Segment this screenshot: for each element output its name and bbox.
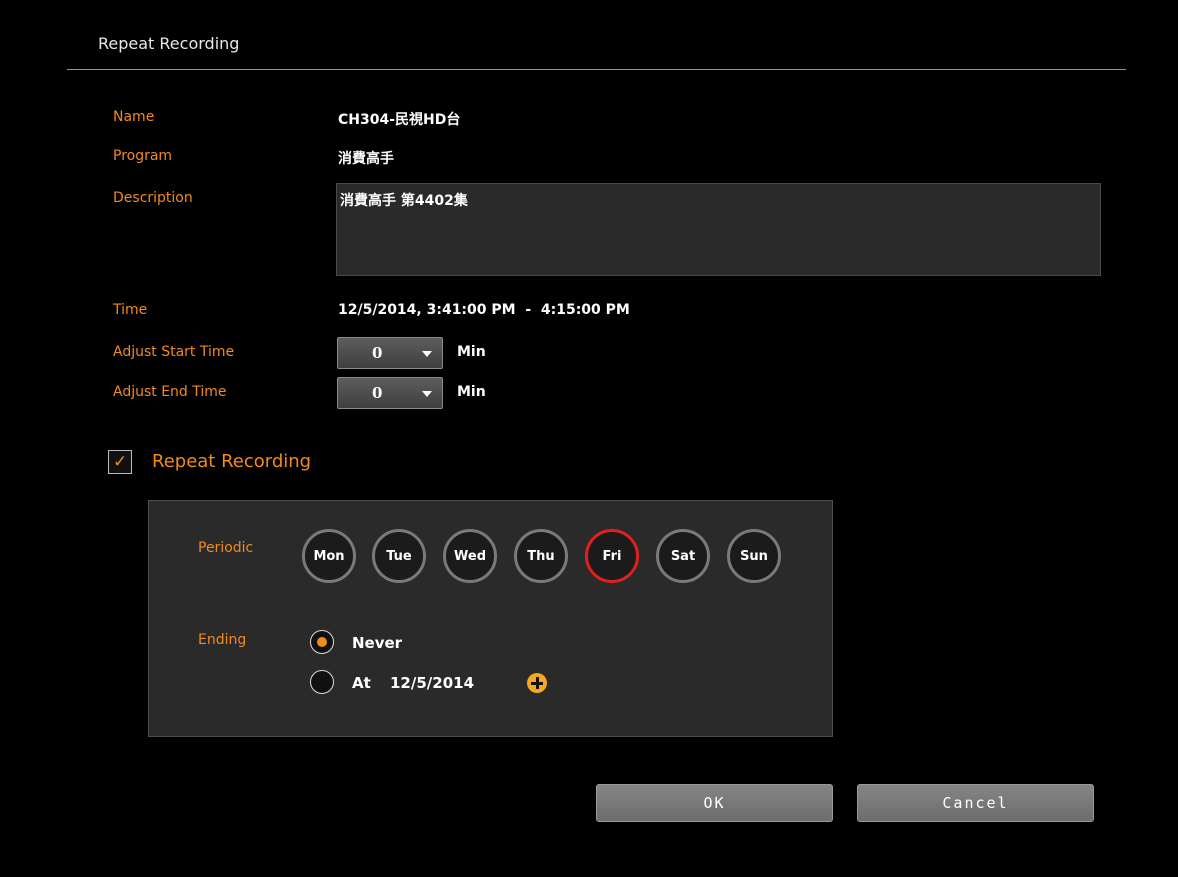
add-date-plus-icon[interactable]	[527, 673, 547, 693]
name-label: Name	[113, 109, 155, 125]
day-sun[interactable]: Sun	[727, 529, 781, 583]
adjust-start-value: 0	[372, 344, 383, 362]
ending-at-date: 12/5/2014	[390, 674, 475, 692]
cancel-button[interactable]: Cancel	[857, 784, 1094, 822]
adjust-start-label: Adjust Start Time	[113, 344, 235, 360]
checkmark-icon: ✓	[113, 452, 128, 472]
ending-label: Ending	[198, 632, 247, 648]
adjust-end-select[interactable]: 0	[337, 377, 443, 409]
ending-never-radio[interactable]	[310, 630, 334, 654]
program-label: Program	[113, 148, 173, 164]
adjust-end-value: 0	[372, 384, 383, 402]
ending-at-radio[interactable]	[310, 670, 334, 694]
periodic-label: Periodic	[198, 540, 254, 556]
adjust-start-unit: Min	[457, 344, 486, 360]
adjust-start-select[interactable]: 0	[337, 337, 443, 369]
day-sat[interactable]: Sat	[656, 529, 710, 583]
repeat-recording-checkbox[interactable]: ✓	[108, 450, 132, 474]
radio-selected-dot	[317, 637, 327, 647]
repeat-recording-label: Repeat Recording	[152, 451, 312, 472]
ok-button[interactable]: OK	[596, 784, 833, 822]
chevron-down-icon	[422, 391, 432, 397]
title-divider	[67, 69, 1126, 70]
adjust-end-label: Adjust End Time	[113, 384, 227, 400]
program-value: 消費高手	[338, 151, 394, 167]
name-value: CH304-民視HD台	[338, 112, 461, 128]
day-fri[interactable]: Fri	[585, 529, 639, 583]
time-label: Time	[113, 302, 148, 318]
dialog-title: Repeat Recording	[98, 34, 240, 53]
ending-at-label: At	[352, 674, 371, 692]
ending-never-label: Never	[352, 634, 403, 652]
chevron-down-icon	[422, 351, 432, 357]
day-wed[interactable]: Wed	[443, 529, 497, 583]
day-tue[interactable]: Tue	[372, 529, 426, 583]
repeat-options-panel	[148, 500, 833, 737]
adjust-end-unit: Min	[457, 384, 486, 400]
description-label: Description	[113, 190, 193, 206]
description-field[interactable]: 消費高手 第4402集	[336, 183, 1101, 276]
day-mon[interactable]: Mon	[302, 529, 356, 583]
time-value: 12/5/2014, 3:41:00 PM - 4:15:00 PM	[338, 302, 630, 318]
day-thu[interactable]: Thu	[514, 529, 568, 583]
